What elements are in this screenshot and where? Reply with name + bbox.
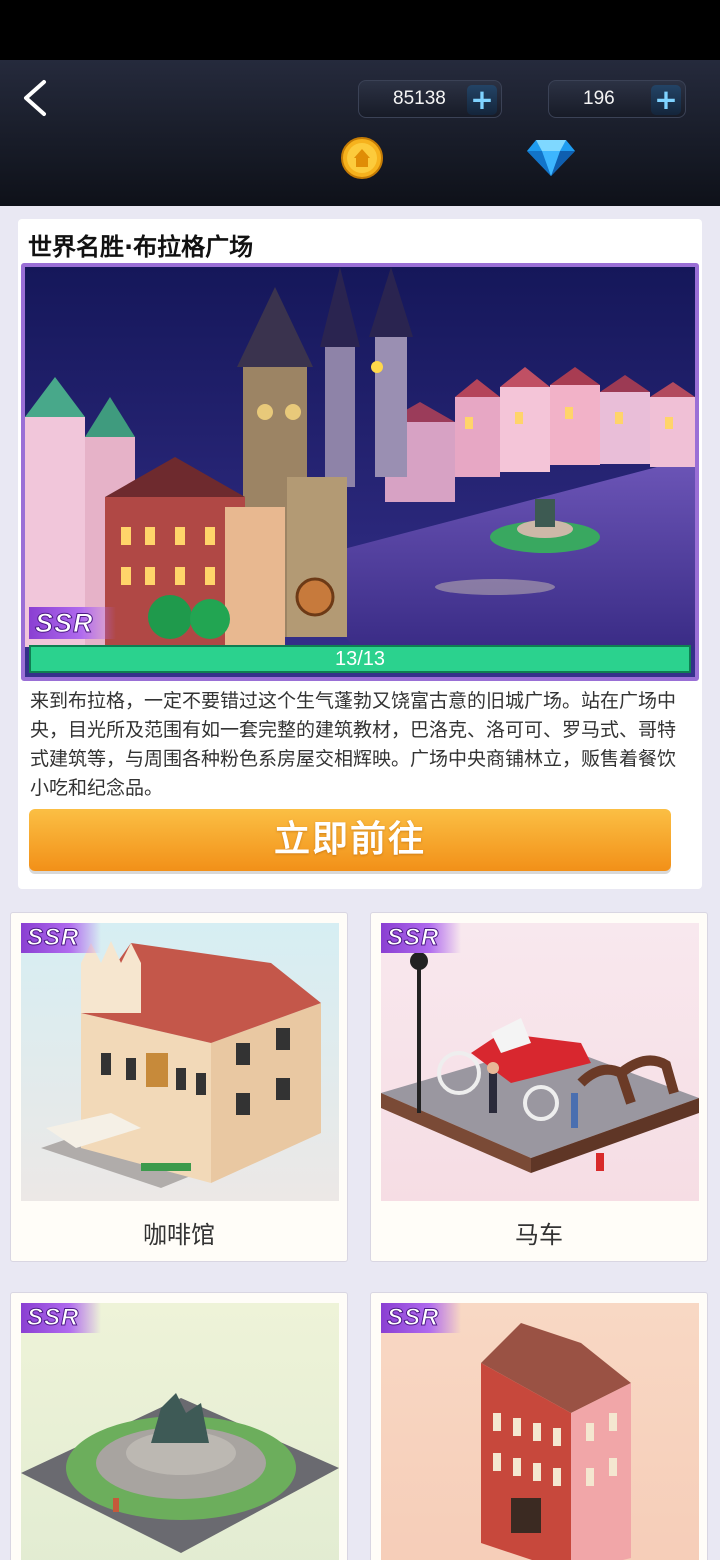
- item-card-monument[interactable]: SSR: [10, 1292, 348, 1560]
- gem-count: 196: [583, 88, 615, 109]
- landmark-banner[interactable]: SSR 13/13: [21, 263, 699, 681]
- landmark-description: 来到布拉格，一定不要错过这个生气蓬勃又饶富古意的旧城广场。站在广场中央，目光所及…: [30, 690, 677, 799]
- item-image: SSR: [21, 1303, 339, 1560]
- rarity-badge: SSR: [21, 923, 102, 953]
- status-bar: [0, 0, 720, 60]
- prague-square-illustration: [25, 267, 695, 677]
- item-card-red-house[interactable]: SSR: [370, 1292, 708, 1560]
- add-coins-button[interactable]: +: [467, 85, 497, 115]
- gem-balance: 196 +: [548, 80, 686, 118]
- item-name: 咖啡馆: [143, 1221, 215, 1249]
- progress-label: 13/13: [334, 648, 386, 670]
- add-gems-button[interactable]: +: [651, 85, 681, 115]
- item-card-carriage[interactable]: SSR 马车: [370, 912, 708, 1262]
- rarity-badge: SSR: [381, 1303, 462, 1333]
- featured-landmark-card: 世界名胜·布拉格广场 SSR 13/13 来到布拉格，一定不要错过这个生气蓬勃又…: [18, 219, 702, 889]
- rarity-badge: SSR: [381, 923, 462, 953]
- back-button[interactable]: [16, 70, 64, 122]
- item-card-cafe[interactable]: SSR 咖啡馆: [10, 912, 348, 1262]
- rarity-badge: SSR: [21, 1303, 102, 1333]
- item-image: SSR: [21, 923, 339, 1201]
- collection-progress-bar: 13/13: [29, 645, 691, 673]
- go-now-button[interactable]: 立即前往: [29, 809, 671, 871]
- coin-balance: 85138 +: [358, 80, 502, 118]
- item-name: 马车: [515, 1221, 563, 1249]
- item-image: SSR: [381, 1303, 699, 1560]
- back-arrow-icon: [24, 80, 46, 116]
- feature-title: 世界名胜·布拉格广场: [28, 233, 254, 261]
- rarity-badge: SSR: [29, 607, 116, 639]
- coin-icon: [340, 136, 384, 180]
- coin-count: 85138: [393, 88, 446, 109]
- plus-icon: +: [654, 83, 678, 116]
- diamond-icon: [526, 138, 576, 178]
- plus-icon: +: [470, 83, 494, 116]
- item-image: SSR: [381, 923, 699, 1201]
